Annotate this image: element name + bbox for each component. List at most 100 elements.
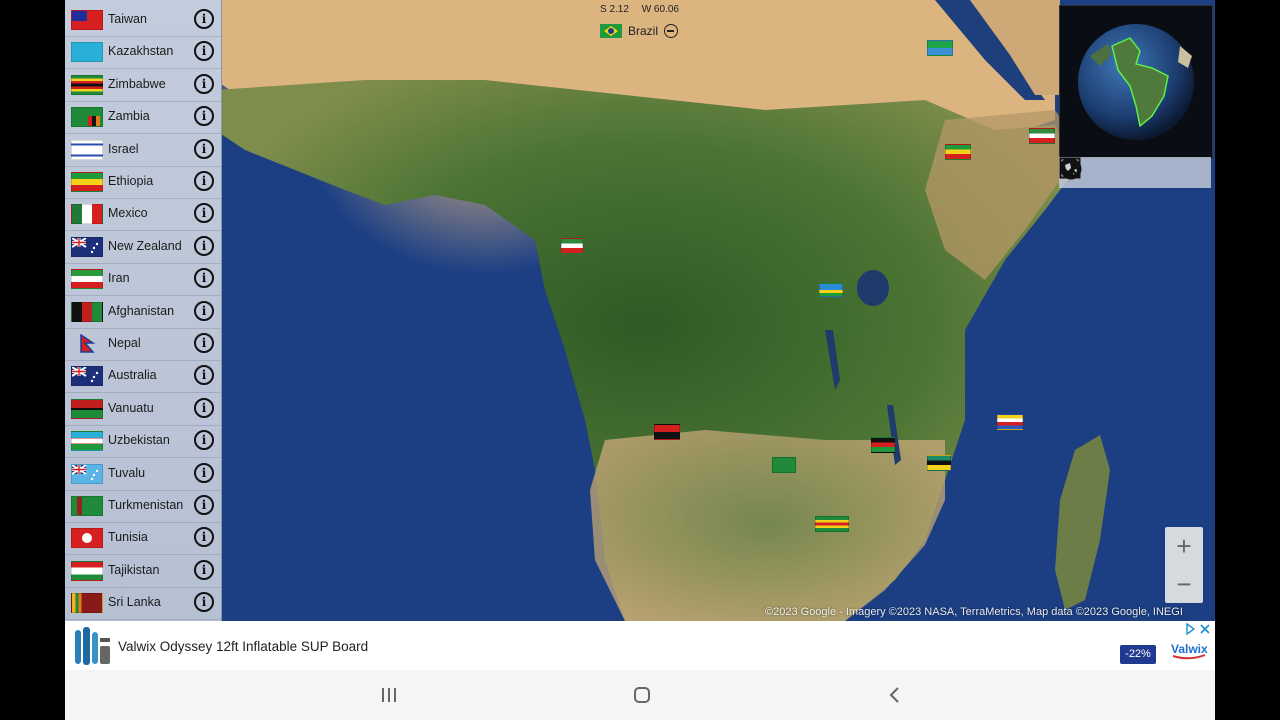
country-row[interactable]: Sri Lanka i [65, 587, 221, 621]
turkmenistan-flag-icon [71, 496, 103, 516]
info-icon[interactable]: i [194, 9, 214, 29]
country-name: Tunisia [108, 530, 148, 545]
country-name: Taiwan [108, 12, 147, 26]
eritrea-map-flag[interactable] [927, 40, 953, 56]
country-row[interactable]: Zimbabwe i [65, 69, 221, 102]
comoros-map-flag[interactable] [997, 414, 1023, 430]
map-attribution: ©2023 Google - Imagery ©2023 NASA, Terra… [765, 606, 1183, 618]
taiwan-flag-icon [71, 10, 103, 30]
info-icon[interactable]: i [194, 300, 214, 321]
country-row[interactable]: Zambia i [65, 101, 221, 135]
minus-circle-icon[interactable] [664, 24, 679, 38]
country-row[interactable]: Turkmenistan i [65, 490, 221, 523]
country-row[interactable]: Tuvalu i [65, 458, 221, 491]
country-name: Nepal [108, 336, 141, 350]
zimbabwe-flag-icon [71, 74, 103, 95]
info-icon[interactable]: i [194, 365, 214, 386]
satellite-map[interactable]: S 2.12 W 60.06 Brazil + − ©2023 Google -… [65, 0, 1215, 621]
zoom-out-icon[interactable] [1059, 157, 1128, 185]
country-name: Uzbekistan [108, 433, 170, 448]
mozambique-map-flag[interactable] [927, 455, 951, 471]
country-name: Sri Lanka [108, 595, 161, 610]
info-icon[interactable]: i [194, 462, 214, 483]
country-row[interactable]: Tajikistan i [65, 555, 221, 588]
country-name: Australia [108, 368, 157, 383]
country-name: Israel [108, 141, 139, 156]
mini-globe[interactable] [1059, 5, 1213, 159]
current-country: Brazil [600, 22, 679, 40]
globe-icon[interactable] [1060, 158, 1166, 185]
country-row[interactable]: Ethiopia i [65, 166, 221, 199]
new-zealand-flag-icon [71, 236, 103, 257]
globe-toolbar [1059, 157, 1211, 188]
map-zoom-out-button[interactable]: − [1165, 565, 1203, 603]
info-icon[interactable]: i [194, 203, 214, 224]
country-name: Mexico [108, 206, 148, 221]
country-row[interactable]: Tunisia i [65, 522, 221, 556]
country-name: Zimbabwe [108, 76, 166, 91]
info-icon[interactable]: i [194, 397, 214, 418]
country-row[interactable]: Nepal i [65, 328, 221, 361]
country-row[interactable]: New Zealand i [65, 231, 221, 264]
info-icon[interactable]: i [194, 235, 214, 256]
ad-product-image [75, 627, 110, 665]
tuvalu-flag-icon [71, 463, 103, 484]
info-icon[interactable]: i [194, 495, 214, 515]
info-icon[interactable]: i [194, 138, 214, 159]
info-icon[interactable]: i [194, 592, 214, 613]
angola-map-flag[interactable] [654, 424, 680, 440]
equatorial-guinea-map-flag[interactable] [561, 238, 583, 254]
tunisia-flag-icon [71, 528, 103, 549]
info-icon[interactable]: i [194, 430, 214, 451]
country-row[interactable]: Kazakhstan i [65, 36, 221, 70]
country-list-sidebar[interactable]: Taiwan i Kazakhstan i Zimbabwe i Zambia i Israel… [65, 0, 222, 621]
ethiopia-map-flag[interactable] [945, 144, 971, 160]
info-icon[interactable]: i [194, 41, 214, 62]
country-row[interactable]: Iran i [65, 263, 221, 297]
recents-icon[interactable] [374, 682, 404, 708]
nepal-flag-icon [71, 333, 103, 354]
country-name: Vanuatu [108, 400, 154, 415]
country-row[interactable]: Uzbekistan i [65, 425, 221, 459]
vanuatu-flag-icon [71, 398, 103, 419]
australia-flag-icon [71, 366, 103, 387]
map-zoom-in-button[interactable]: + [1165, 527, 1203, 565]
info-icon[interactable]: i [194, 559, 214, 580]
country-row[interactable]: Vanuatu i [65, 393, 221, 426]
ad-choices-icon[interactable] [1185, 623, 1213, 635]
zimbabwe-map-flag[interactable] [815, 516, 849, 532]
uzbekistan-flag-icon [71, 431, 103, 452]
country-row[interactable]: Taiwan i [65, 4, 221, 37]
info-icon[interactable]: i [194, 106, 214, 127]
country-row[interactable]: Israel i [65, 134, 221, 167]
globe-icon [1078, 24, 1194, 140]
iran-flag-icon [71, 269, 103, 290]
zambia-map-flag[interactable] [772, 457, 796, 473]
israel-flag-icon [71, 139, 103, 160]
info-icon[interactable]: i [194, 268, 214, 289]
country-row[interactable]: Australia i [65, 360, 221, 394]
info-icon[interactable]: i [194, 171, 214, 191]
country-name: New Zealand [108, 238, 182, 253]
search-icon[interactable] [1060, 158, 1204, 185]
latitude-label: S 2.12 [600, 4, 629, 15]
ad-title[interactable]: Valwix Odyssey 12ft Inflatable SUP Board [118, 639, 368, 654]
malawi-map-flag[interactable] [871, 437, 895, 453]
country-name: Kazakhstan [108, 44, 174, 59]
info-icon[interactable]: i [194, 527, 214, 548]
home-icon[interactable] [627, 682, 657, 708]
country-row[interactable]: Afghanistan i [65, 296, 221, 329]
map-zoom-control: + − [1165, 527, 1203, 603]
info-icon[interactable]: i [194, 73, 214, 94]
ad-banner[interactable]: Valwix Odyssey 12ft Inflatable SUP Board… [65, 621, 1215, 670]
current-country-name: Brazil [628, 24, 659, 38]
info-icon[interactable]: i [194, 333, 214, 353]
system-nav-bar [65, 670, 1215, 720]
rwanda-map-flag[interactable] [819, 283, 843, 297]
brazil-flag-icon [600, 24, 622, 38]
ad-logo-icon: Valwix [1171, 642, 1208, 660]
somaliland-map-flag[interactable] [1029, 128, 1055, 144]
app-screen: S 2.12 W 60.06 Brazil + − ©2023 Google -… [65, 0, 1215, 720]
country-row[interactable]: Mexico i [65, 198, 221, 232]
back-icon[interactable] [880, 682, 910, 708]
